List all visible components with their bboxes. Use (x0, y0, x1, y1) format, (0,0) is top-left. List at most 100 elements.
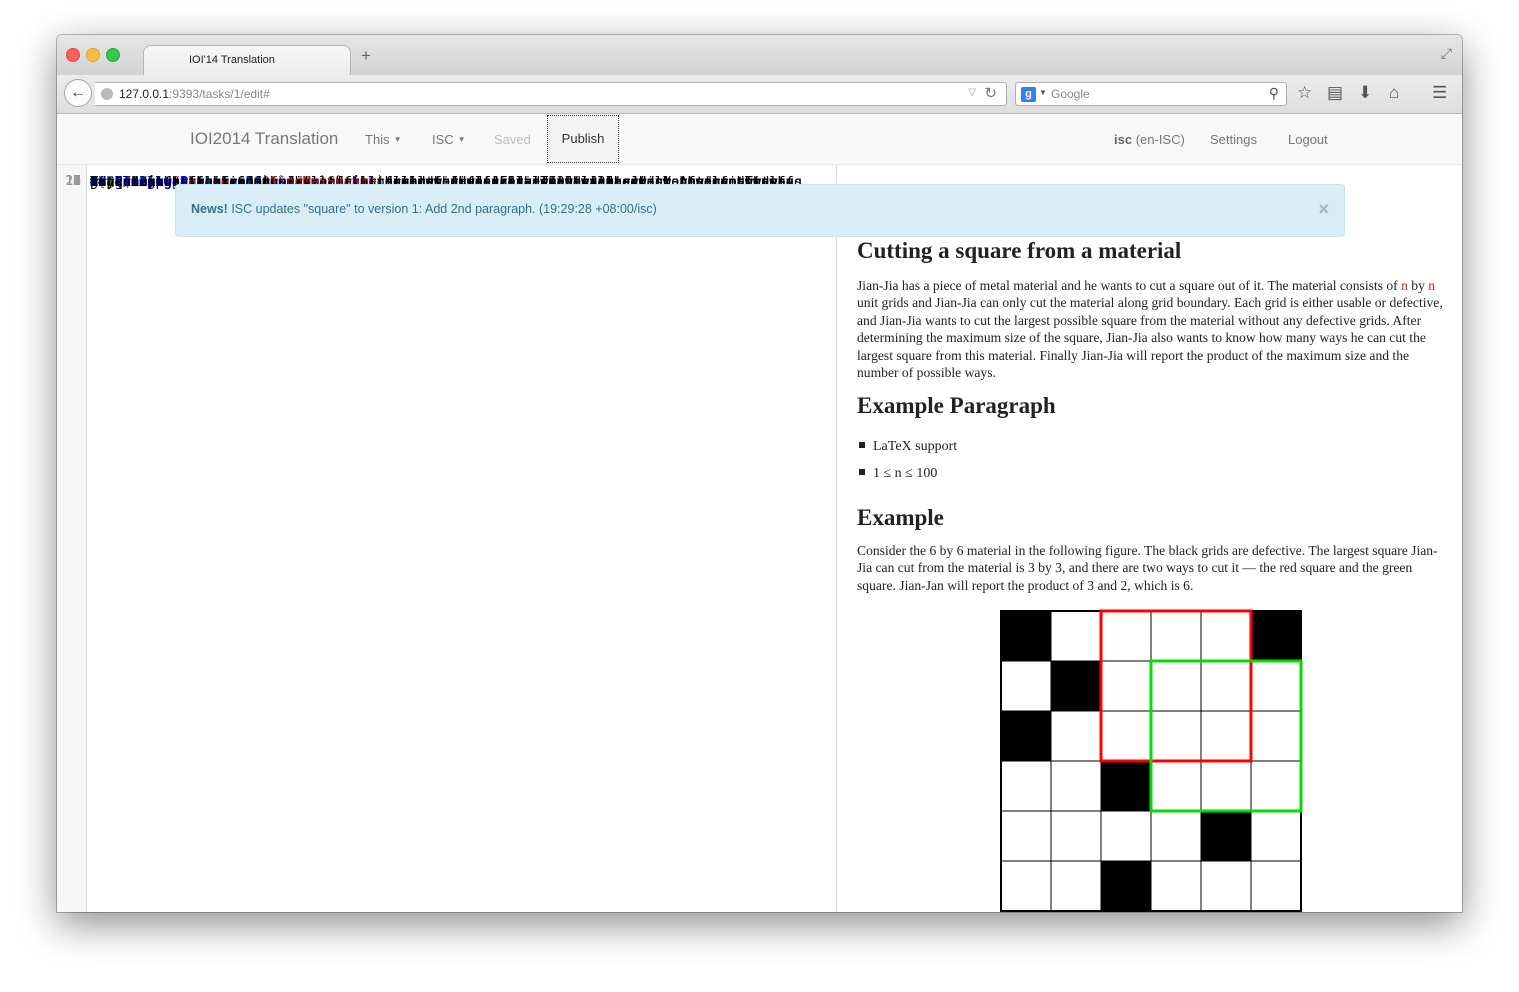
menu-icon[interactable]: ☰ (1432, 84, 1447, 102)
line-number: 20 (65, 174, 81, 189)
list-item-text: 1 ≤ n ≤ 100 (873, 466, 938, 481)
defective-cell (1050, 660, 1102, 712)
search-bar[interactable]: g ▼ Google ⚲ (1015, 82, 1287, 106)
user-menu[interactable]: isc (en-ISC) (1114, 132, 1185, 147)
alert-message: ISC updates "square" to version 1: Add 2… (231, 202, 657, 216)
usable-cell (1050, 810, 1102, 862)
search-engine-dropdown-icon[interactable]: ▼ (1039, 88, 1047, 97)
usable-cell (1050, 760, 1102, 812)
list-item: 1 ≤ n ≤ 100 (859, 464, 957, 491)
list-item: LaTeX support (859, 437, 957, 464)
line-gutter (57, 165, 87, 912)
list-item-text: LaTeX support (873, 439, 958, 454)
browser-toolbar: ← 127.0.0.1:9393/tasks/1/edit# ▽ ↻ g ▼ G… (57, 75, 1462, 114)
square-grid-figure (1000, 609, 1303, 912)
fullscreen-icon[interactable]: ⤢ (1441, 45, 1452, 62)
defective-cell (1000, 610, 1052, 662)
usable-cell (1200, 610, 1252, 662)
settings-link[interactable]: Settings (1210, 132, 1257, 147)
browser-tab[interactable]: IOI'14 Translation (143, 45, 351, 75)
usable-cell (1000, 810, 1052, 862)
publish-button[interactable]: Publish (547, 115, 619, 163)
usable-cell (1150, 760, 1202, 812)
tab-strip: IOI'14 Translation + ⤢ (57, 35, 1462, 75)
defective-cell (1100, 760, 1152, 812)
this-menu[interactable]: This ▼ (365, 132, 401, 147)
app-navbar: IOI2014 Translation This ▼ ISC ▼ Saved Pub… (57, 114, 1462, 165)
isc-menu[interactable]: ISC ▼ (432, 132, 466, 147)
usable-cell (1000, 760, 1052, 812)
usable-cell (1050, 860, 1102, 912)
url-text[interactable]: 127.0.0.1:9393/tasks/1/edit# (119, 87, 270, 101)
usable-cell (1150, 810, 1202, 862)
close-window-button[interactable] (66, 48, 80, 62)
new-tab-button[interactable]: + (361, 47, 371, 64)
preview-pane: Cutting a square from a material Jian-Ji… (837, 165, 1462, 912)
bookmark-star-icon[interactable]: ☆ (1297, 84, 1312, 102)
reload-icon[interactable]: ↻ (984, 84, 997, 102)
usable-cell (1150, 610, 1202, 662)
usable-cell (1150, 660, 1202, 712)
close-icon[interactable]: × (1318, 200, 1329, 218)
preview-paragraph-1: Jian-Jia has a piece of metal material a… (857, 277, 1445, 381)
bullet-icon (859, 469, 865, 475)
caret-down-icon: ▼ (393, 135, 402, 144)
url-host: 127.0.0.1 (119, 87, 170, 101)
defective-cell (1250, 610, 1302, 662)
math-n: n (1401, 278, 1408, 293)
alert-text: News! ISC updates "square" to version 1:… (191, 202, 657, 216)
browser-window: IOI'14 Translation + ⤢ ← 127.0.0.1:9393/… (57, 35, 1462, 912)
usable-cell (1150, 860, 1202, 912)
alert-label: News! (191, 202, 228, 216)
logout-link[interactable]: Logout (1288, 132, 1328, 147)
url-dropdown-icon[interactable]: ▽ (968, 87, 976, 98)
this-menu-label: This (365, 132, 390, 147)
user-name: isc (1114, 132, 1133, 147)
defective-cell (1200, 810, 1252, 862)
markdown-editor[interactable]: 1 # Square 2 3 ## Cutting a square from a … (57, 165, 837, 912)
brand[interactable]: IOI2014 Translation (190, 129, 338, 149)
google-icon[interactable]: g (1021, 87, 1036, 102)
defective-cell (1000, 710, 1052, 762)
usable-cell (1250, 660, 1302, 712)
back-button[interactable]: ← (64, 79, 92, 107)
search-icon[interactable]: ⚲ (1269, 85, 1279, 102)
math-n: n (1428, 278, 1436, 293)
usable-cell (1200, 660, 1252, 712)
search-input[interactable]: Google (1051, 87, 1090, 101)
usable-cell (1100, 610, 1152, 662)
usable-cell (1250, 810, 1302, 862)
heading-cutting: Cutting a square from a material (857, 238, 1182, 263)
paragraph-text: Jian-Jia has a piece of metal material a… (857, 278, 1402, 293)
usable-cell (1250, 860, 1302, 912)
usable-cell (1250, 710, 1302, 762)
usable-cell (1000, 860, 1052, 912)
paragraph-text: by (1407, 278, 1429, 293)
url-path: :9393/tasks/1/edit# (169, 87, 270, 101)
preview-paragraph-2: Consider the 6 by 6 material in the foll… (857, 543, 1438, 593)
download-icon[interactable]: ⬇ (1358, 84, 1372, 102)
isc-menu-label: ISC (432, 132, 454, 147)
bullet-icon (859, 442, 865, 448)
url-bar[interactable]: 127.0.0.1:9393/tasks/1/edit# ▽ ↻ (95, 82, 1007, 106)
bullet-list: LaTeX support 1 ≤ n ≤ 100 (859, 437, 957, 491)
defective-cell (1100, 860, 1152, 912)
home-icon[interactable]: ⌂ (1389, 84, 1399, 102)
usable-cell (1100, 710, 1152, 762)
news-alert: News! ISC updates "square" to version 1:… (175, 184, 1345, 237)
tab-title: IOI'14 Translation (189, 54, 275, 66)
usable-cell (1200, 860, 1252, 912)
heading-example-paragraph: Example Paragraph (857, 393, 1056, 418)
paragraph-text: unit grids and Jian-Jia can only cut the… (857, 295, 1443, 381)
usable-cell (1100, 810, 1152, 862)
bookmarks-list-icon[interactable]: ▤ (1327, 84, 1343, 102)
usable-cell (1050, 610, 1102, 662)
user-locale: (en-ISC) (1135, 132, 1185, 147)
usable-cell (1250, 760, 1302, 812)
globe-icon (101, 88, 113, 100)
minimize-window-button[interactable] (86, 48, 100, 62)
zoom-window-button[interactable] (106, 48, 120, 62)
usable-cell (1100, 660, 1152, 712)
heading-example: Example (857, 505, 944, 530)
main-content: 1 # Square 2 3 ## Cutting a square from a … (57, 165, 1462, 912)
